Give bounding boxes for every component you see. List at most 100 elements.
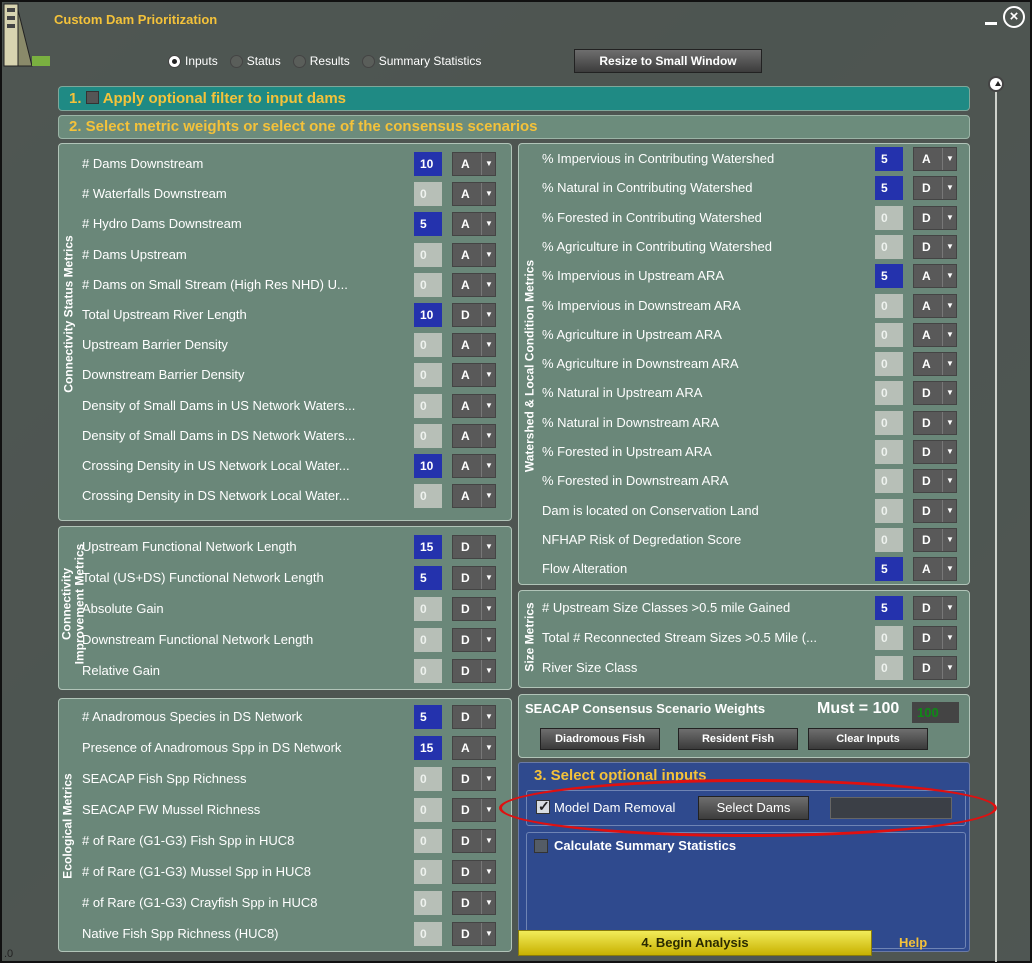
direction-dropdown[interactable]: D ▼ — [452, 860, 496, 884]
direction-dropdown[interactable]: D ▼ — [452, 705, 496, 729]
chevron-down-icon[interactable]: ▼ — [481, 768, 496, 790]
chevron-down-icon[interactable]: ▼ — [942, 382, 957, 405]
chevron-down-icon[interactable]: ▼ — [942, 470, 957, 493]
weight-input[interactable]: 0 — [414, 484, 442, 509]
weight-input[interactable]: 5 — [875, 596, 903, 620]
weight-input[interactable]: 0 — [875, 205, 903, 230]
direction-dropdown[interactable]: A ▼ — [452, 423, 496, 448]
weight-input[interactable]: 0 — [875, 322, 903, 347]
weight-input[interactable]: 0 — [875, 381, 903, 406]
weight-input[interactable]: 0 — [414, 860, 442, 884]
direction-dropdown[interactable]: D ▼ — [452, 798, 496, 822]
weight-input[interactable]: 15 — [414, 736, 442, 760]
direction-dropdown[interactable]: A ▼ — [452, 484, 496, 509]
chevron-down-icon[interactable]: ▼ — [942, 265, 957, 288]
chevron-down-icon[interactable]: ▼ — [942, 627, 957, 649]
weight-input[interactable]: 0 — [414, 891, 442, 915]
direction-dropdown[interactable]: D ▼ — [913, 410, 957, 435]
weight-input[interactable]: 0 — [414, 829, 442, 853]
direction-dropdown[interactable]: A ▼ — [452, 454, 496, 478]
radio-icon[interactable] — [361, 54, 375, 68]
chevron-down-icon[interactable]: ▼ — [481, 364, 496, 387]
weight-input[interactable]: 0 — [414, 423, 442, 448]
direction-dropdown[interactable]: D ▼ — [452, 829, 496, 853]
weight-input[interactable]: 0 — [414, 798, 442, 822]
chevron-down-icon[interactable]: ▼ — [481, 153, 496, 175]
weight-input[interactable]: 0 — [414, 363, 442, 388]
chevron-down-icon[interactable]: ▼ — [481, 273, 496, 296]
weight-input[interactable]: 5 — [414, 212, 442, 237]
chevron-down-icon[interactable]: ▼ — [942, 177, 957, 200]
weight-input[interactable]: 0 — [875, 352, 903, 377]
chevron-down-icon[interactable]: ▼ — [942, 441, 957, 463]
weight-input[interactable]: 10 — [414, 303, 442, 327]
weight-input[interactable]: 0 — [875, 293, 903, 318]
weight-input[interactable]: 5 — [875, 147, 903, 171]
chevron-down-icon[interactable]: ▼ — [942, 206, 957, 229]
begin-analysis-button[interactable]: 4. Begin Analysis — [518, 930, 872, 956]
scroll-up-icon[interactable] — [988, 76, 1004, 92]
direction-dropdown[interactable]: D ▼ — [452, 659, 496, 683]
chevron-down-icon[interactable]: ▼ — [481, 394, 496, 417]
direction-dropdown[interactable]: D ▼ — [913, 596, 957, 620]
direction-dropdown[interactable]: A ▼ — [452, 363, 496, 388]
weight-input[interactable]: 5 — [875, 176, 903, 201]
chevron-down-icon[interactable]: ▼ — [481, 485, 496, 508]
direction-dropdown[interactable]: A ▼ — [452, 333, 496, 358]
radio-icon[interactable] — [292, 54, 306, 68]
chevron-down-icon[interactable]: ▼ — [481, 629, 496, 651]
weight-input[interactable]: 15 — [414, 535, 442, 559]
weight-input[interactable]: 0 — [875, 440, 903, 464]
chevron-down-icon[interactable]: ▼ — [481, 660, 496, 682]
chevron-down-icon[interactable]: ▼ — [481, 536, 496, 558]
weight-input[interactable]: 0 — [414, 393, 442, 418]
direction-dropdown[interactable]: D ▼ — [452, 597, 496, 621]
weight-input[interactable]: 0 — [414, 659, 442, 683]
chevron-down-icon[interactable]: ▼ — [942, 294, 957, 317]
direction-dropdown[interactable]: A ▼ — [913, 147, 957, 171]
help-link[interactable]: Help — [899, 935, 927, 950]
chevron-down-icon[interactable]: ▼ — [481, 424, 496, 447]
weight-input[interactable]: 0 — [875, 498, 903, 523]
direction-dropdown[interactable]: D ▼ — [452, 566, 496, 590]
chevron-down-icon[interactable]: ▼ — [481, 923, 496, 945]
chevron-down-icon[interactable]: ▼ — [481, 892, 496, 914]
direction-dropdown[interactable]: D ▼ — [452, 535, 496, 559]
chevron-down-icon[interactable]: ▼ — [481, 304, 496, 326]
clear-inputs-button[interactable]: Clear Inputs — [808, 728, 928, 750]
section-filter-header[interactable]: 1. Apply optional filter to input dams — [58, 86, 970, 111]
direction-dropdown[interactable]: A ▼ — [452, 736, 496, 760]
chevron-down-icon[interactable]: ▼ — [481, 334, 496, 357]
weight-input[interactable]: 0 — [414, 272, 442, 297]
chevron-down-icon[interactable]: ▼ — [942, 558, 957, 581]
direction-dropdown[interactable]: D ▼ — [913, 469, 957, 494]
direction-dropdown[interactable]: A ▼ — [913, 264, 957, 289]
radio-icon[interactable] — [168, 54, 181, 68]
radio-icon[interactable] — [229, 54, 243, 68]
direction-dropdown[interactable]: A ▼ — [452, 152, 496, 176]
direction-dropdown[interactable]: D ▼ — [452, 922, 496, 946]
chevron-down-icon[interactable]: ▼ — [481, 861, 496, 883]
direction-dropdown[interactable]: D ▼ — [913, 656, 957, 680]
close-icon[interactable]: × — [1003, 6, 1025, 28]
direction-dropdown[interactable]: D ▼ — [452, 628, 496, 652]
direction-dropdown[interactable]: D ▼ — [913, 440, 957, 464]
weight-input[interactable]: 0 — [414, 182, 442, 207]
direction-dropdown[interactable]: A ▼ — [452, 182, 496, 207]
chevron-down-icon[interactable]: ▼ — [481, 598, 496, 620]
weight-input[interactable]: 0 — [875, 469, 903, 494]
direction-dropdown[interactable]: A ▼ — [913, 557, 957, 582]
direction-dropdown[interactable]: A ▼ — [452, 272, 496, 297]
direction-dropdown[interactable]: A ▼ — [452, 242, 496, 267]
direction-dropdown[interactable]: D ▼ — [452, 303, 496, 327]
chevron-down-icon[interactable]: ▼ — [942, 235, 957, 258]
weight-input[interactable]: 0 — [414, 597, 442, 621]
resident-fish-button[interactable]: Resident Fish — [678, 728, 798, 750]
tab-results[interactable]: Results — [292, 54, 350, 68]
direction-dropdown[interactable]: D ▼ — [452, 767, 496, 791]
chevron-down-icon[interactable]: ▼ — [942, 528, 957, 551]
weight-input[interactable]: 0 — [875, 234, 903, 259]
chevron-down-icon[interactable]: ▼ — [481, 183, 496, 206]
weight-input[interactable]: 0 — [414, 922, 442, 946]
chevron-down-icon[interactable]: ▼ — [942, 411, 957, 434]
